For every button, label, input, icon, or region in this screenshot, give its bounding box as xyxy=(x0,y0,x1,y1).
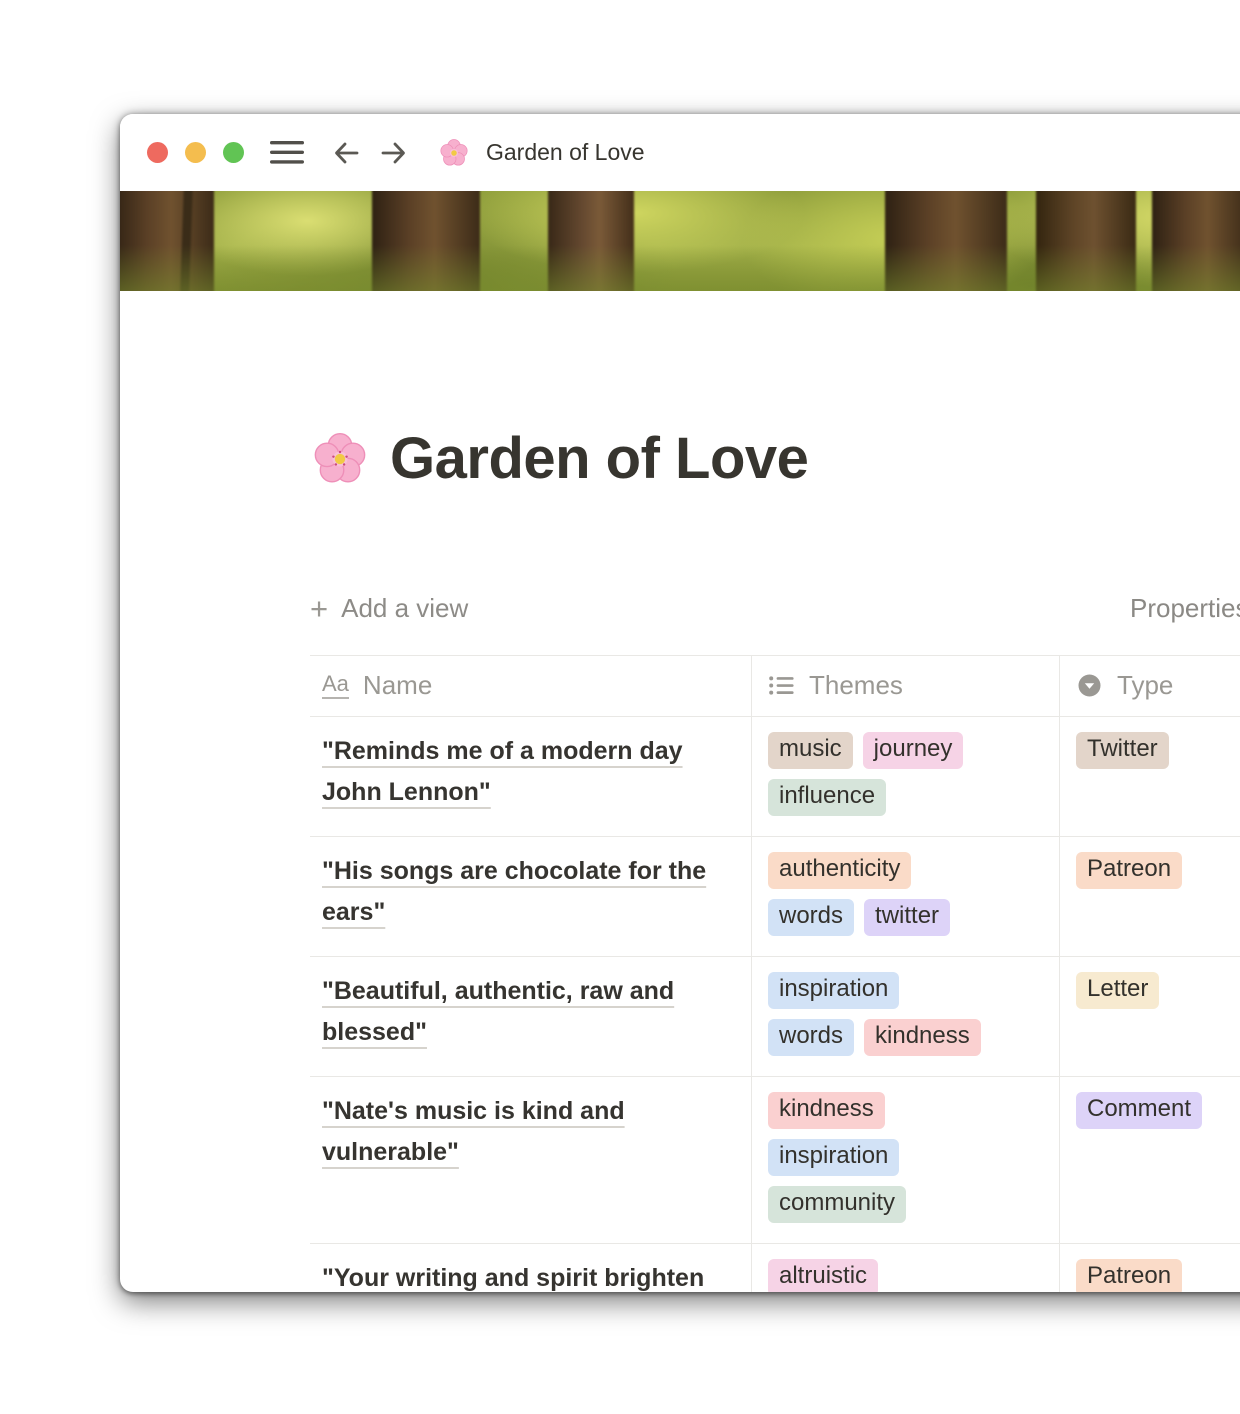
theme-tag[interactable]: music xyxy=(768,732,853,769)
theme-tag-line: authenticity xyxy=(768,852,1051,889)
theme-tag[interactable]: community xyxy=(768,1186,906,1223)
cherry-blossom-icon xyxy=(438,137,470,169)
titlebar: Garden of Love xyxy=(120,114,1240,191)
type-cell[interactable]: Patreon xyxy=(1060,1244,1240,1292)
theme-tag[interactable]: inspiration xyxy=(768,1139,899,1176)
properties-button[interactable]: Properties xyxy=(1130,593,1240,624)
theme-tag-line: inspiration xyxy=(768,972,1051,1009)
theme-tag[interactable]: words xyxy=(768,1019,854,1056)
type-tag[interactable]: Twitter xyxy=(1076,732,1169,769)
moss-ground xyxy=(120,245,1240,291)
view-toolbar: + Add a view Properties xyxy=(310,587,1240,631)
themes-cell[interactable]: authenticity words twitter xyxy=(752,837,1060,956)
zoom-button[interactable] xyxy=(223,142,244,163)
row-name-text: "His songs are chocolate for the ears" xyxy=(322,857,706,926)
add-view-button[interactable]: + Add a view xyxy=(310,593,468,624)
theme-tag[interactable]: words xyxy=(768,899,854,936)
theme-tag[interactable]: kindness xyxy=(864,1019,981,1056)
theme-tag[interactable]: influence xyxy=(768,779,886,816)
name-cell[interactable]: "Nate's music is kind and vulnerable" xyxy=(310,1077,752,1243)
row-name-text: "Reminds me of a modern day John Lennon" xyxy=(322,737,683,806)
type-tag[interactable]: Patreon xyxy=(1076,1259,1182,1292)
plus-icon: + xyxy=(310,596,328,622)
theme-tag-line: inspiration xyxy=(768,1139,1051,1176)
themes-cell[interactable]: kindness inspiration community xyxy=(752,1077,1060,1243)
forward-arrow-icon[interactable] xyxy=(378,138,408,168)
column-header-name[interactable]: Aa Name xyxy=(310,656,752,716)
database-table: Aa Name Themes Type "Reminds me of a mod… xyxy=(310,655,1240,1292)
theme-tag[interactable]: authenticity xyxy=(768,852,911,889)
menu-icon[interactable] xyxy=(270,139,304,166)
theme-tag-line: altruistic xyxy=(768,1259,1051,1292)
row-name-text: "Your writing and spirit brighten up my … xyxy=(322,1264,704,1292)
cover-image xyxy=(120,191,1240,291)
theme-tag-line: influence xyxy=(768,779,1051,816)
table-header-row: Aa Name Themes Type xyxy=(310,655,1240,717)
themes-cell[interactable]: altruisticloving nate xyxy=(752,1244,1060,1292)
minimize-button[interactable] xyxy=(185,142,206,163)
app-window: Garden of Love Garden of Lov xyxy=(120,114,1240,1292)
type-cell[interactable]: Patreon xyxy=(1060,837,1240,956)
add-view-label: Add a view xyxy=(341,593,468,624)
table-row: "Nate's music is kind and vulnerable" kin… xyxy=(310,1077,1240,1244)
close-button[interactable] xyxy=(147,142,168,163)
type-cell[interactable]: Twitter xyxy=(1060,717,1240,836)
column-header-type[interactable]: Type xyxy=(1060,656,1240,716)
theme-tag[interactable]: altruistic xyxy=(768,1259,878,1292)
theme-tag[interactable]: twitter xyxy=(864,899,950,936)
table-row: "Beautiful, authentic, raw and blessed" i… xyxy=(310,957,1240,1077)
text-property-icon: Aa xyxy=(322,672,349,699)
column-label: Themes xyxy=(809,670,903,701)
themes-cell[interactable]: music journey influence xyxy=(752,717,1060,836)
type-tag[interactable]: Patreon xyxy=(1076,852,1182,889)
theme-tag-line: words twitter xyxy=(768,899,1051,936)
column-label: Type xyxy=(1117,670,1173,701)
name-cell[interactable]: "His songs are chocolate for the ears" xyxy=(310,837,752,956)
column-header-themes[interactable]: Themes xyxy=(752,656,1060,716)
theme-tag[interactable]: inspiration xyxy=(768,972,899,1009)
type-tag[interactable]: Letter xyxy=(1076,972,1159,1009)
table-row: "His songs are chocolate for the ears" au… xyxy=(310,837,1240,957)
select-property-icon xyxy=(1076,672,1103,699)
column-label: Name xyxy=(363,670,432,701)
back-arrow-icon[interactable] xyxy=(332,138,362,168)
theme-tag[interactable]: kindness xyxy=(768,1092,885,1129)
type-cell[interactable]: Letter xyxy=(1060,957,1240,1076)
row-name-text: "Nate's music is kind and vulnerable" xyxy=(322,1097,625,1166)
table-row: "Reminds me of a modern day John Lennon"… xyxy=(310,717,1240,837)
page-content: Garden of Love + Add a view Properties A… xyxy=(120,388,1240,1292)
row-name-text: "Beautiful, authentic, raw and blessed" xyxy=(322,977,674,1046)
theme-tag-line: words kindness xyxy=(768,1019,1051,1056)
list-property-icon xyxy=(768,672,795,699)
page-emoji-cherry-blossom-icon[interactable] xyxy=(310,429,370,489)
window-title: Garden of Love xyxy=(486,139,645,166)
name-cell[interactable]: "Beautiful, authentic, raw and blessed" xyxy=(310,957,752,1076)
table-row: "Your writing and spirit brighten up my … xyxy=(310,1244,1240,1292)
theme-tag-line: community xyxy=(768,1186,1051,1223)
theme-tag-line: music journey xyxy=(768,732,1051,769)
type-cell[interactable]: Comment xyxy=(1060,1077,1240,1243)
theme-tag-line: kindness xyxy=(768,1092,1051,1129)
name-cell[interactable]: "Reminds me of a modern day John Lennon" xyxy=(310,717,752,836)
traffic-lights xyxy=(147,142,244,163)
page-header: Garden of Love xyxy=(310,388,1240,530)
theme-tag[interactable]: journey xyxy=(863,732,964,769)
name-cell[interactable]: "Your writing and spirit brighten up my … xyxy=(310,1244,752,1292)
page-title[interactable]: Garden of Love xyxy=(390,427,808,491)
table-body: "Reminds me of a modern day John Lennon"… xyxy=(310,717,1240,1292)
type-tag[interactable]: Comment xyxy=(1076,1092,1202,1129)
themes-cell[interactable]: inspiration words kindness xyxy=(752,957,1060,1076)
